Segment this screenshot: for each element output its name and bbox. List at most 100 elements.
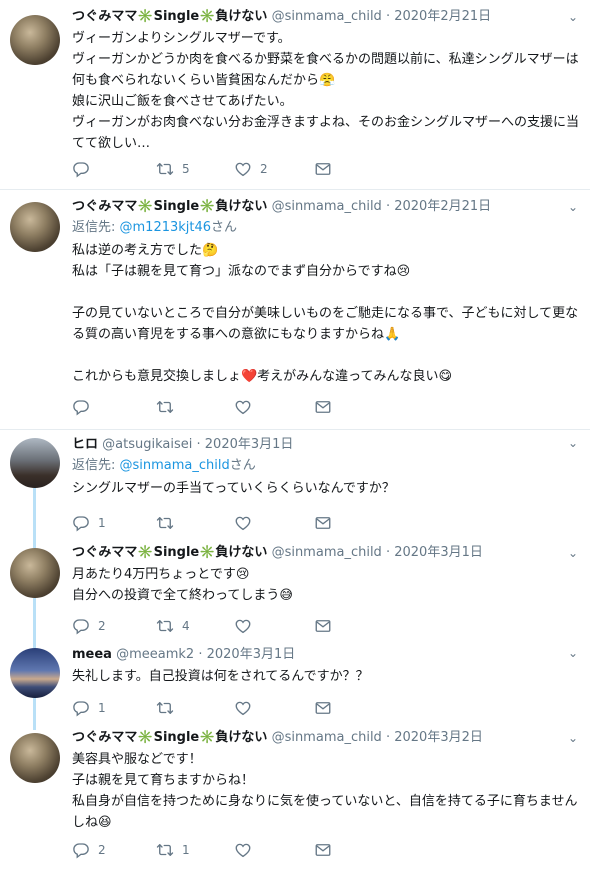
- heart-icon: [234, 699, 252, 717]
- avatar[interactable]: [10, 548, 60, 598]
- tweet-3[interactable]: ⌄ ヒロ @atsugikaisei · 2020年3月1日 返信先: @sin…: [0, 430, 590, 540]
- tweet-4[interactable]: ⌄ つぐみママ✳️Single✳️負けない @sinmama_child · 2…: [0, 540, 590, 640]
- reply-count: 2: [98, 619, 106, 633]
- like-button[interactable]: [234, 514, 260, 532]
- envelope-icon: [314, 398, 332, 416]
- display-name[interactable]: つぐみママ✳️Single✳️負けない: [72, 9, 267, 24]
- display-name[interactable]: meea: [72, 647, 112, 662]
- separator-dot: ·: [198, 647, 203, 662]
- envelope-icon: [314, 841, 332, 859]
- tweet-date[interactable]: 2020年3月1日: [394, 545, 483, 560]
- dm-button[interactable]: [314, 617, 332, 635]
- retweet-button[interactable]: [156, 699, 182, 717]
- tweet-date[interactable]: 2020年2月21日: [394, 199, 491, 214]
- reply-icon: [72, 398, 90, 416]
- envelope-icon: [314, 514, 332, 532]
- dm-button[interactable]: [314, 160, 332, 178]
- tweet-header: つぐみママ✳️Single✳️負けない @sinmama_child · 202…: [72, 8, 580, 26]
- separator-dot: ·: [196, 437, 201, 452]
- retweet-button[interactable]: 1: [156, 841, 190, 859]
- retweet-icon: [156, 398, 174, 416]
- retweet-button[interactable]: 4: [156, 617, 190, 635]
- like-button[interactable]: 2: [234, 160, 268, 178]
- user-handle[interactable]: @meeamk2: [116, 647, 194, 662]
- avatar[interactable]: [10, 202, 60, 252]
- tweet-text: ヴィーガンよりシングルマザーです。 ヴィーガンかどうか肉を食べるか野菜を食べるか…: [72, 31, 580, 151]
- display-name[interactable]: ヒロ: [72, 437, 98, 452]
- reply-to-link[interactable]: @sinmama_child: [120, 458, 230, 473]
- reply-to-prefix: 返信先:: [72, 458, 120, 473]
- tweet-6[interactable]: ⌄ つぐみママ✳️Single✳️負けない @sinmama_child · 2…: [0, 725, 590, 870]
- like-button[interactable]: [234, 398, 260, 416]
- tweet-2[interactable]: ⌄ つぐみママ✳️Single✳️負けない @sinmama_child · 2…: [0, 190, 590, 430]
- reply-button[interactable]: [72, 160, 98, 178]
- retweet-count: 5: [182, 162, 190, 176]
- display-name[interactable]: つぐみママ✳️Single✳️負けない: [72, 199, 267, 214]
- separator-dot: ·: [385, 545, 391, 560]
- reply-button[interactable]: [72, 398, 98, 416]
- user-handle[interactable]: @sinmama_child: [272, 9, 382, 24]
- tweet-date[interactable]: 2020年2月21日: [394, 9, 491, 24]
- reply-button[interactable]: 2: [72, 841, 106, 859]
- tweet-5[interactable]: ⌄ meea @meeamk2 · 2020年3月1日 失礼します。自己投資は何…: [0, 640, 590, 725]
- like-button[interactable]: [234, 841, 260, 859]
- display-name[interactable]: つぐみママ✳️Single✳️負けない: [72, 730, 267, 745]
- separator-dot: ·: [385, 730, 391, 745]
- reply-icon: [72, 699, 90, 717]
- heart-icon: [234, 160, 252, 178]
- dm-button[interactable]: [314, 398, 332, 416]
- retweet-button[interactable]: 5: [156, 160, 190, 178]
- user-handle[interactable]: @sinmama_child: [272, 730, 382, 745]
- envelope-icon: [314, 699, 332, 717]
- reply-to-prefix: 返信先:: [72, 220, 120, 235]
- reply-to-line: 返信先: @m1213kjt46さん: [72, 218, 580, 238]
- reply-count: 2: [98, 843, 106, 857]
- user-handle[interactable]: @atsugikaisei: [102, 437, 192, 452]
- retweet-icon: [156, 699, 174, 717]
- reply-button[interactable]: 2: [72, 617, 106, 635]
- reply-to-suffix: さん: [211, 220, 238, 235]
- like-button[interactable]: [234, 617, 260, 635]
- avatar[interactable]: [10, 438, 60, 488]
- retweet-icon: [156, 841, 174, 859]
- tweet-1[interactable]: ⌄ つぐみママ✳️Single✳️負けない @sinmama_child · 2…: [0, 0, 590, 190]
- reply-button[interactable]: 1: [72, 699, 106, 717]
- like-button[interactable]: [234, 699, 260, 717]
- tweet-text: 月あたり4万円ちょっとです😢 自分への投資で全て終わってしまう😅: [72, 567, 293, 603]
- avatar[interactable]: [10, 648, 60, 698]
- tweet-header: つぐみママ✳️Single✳️負けない @sinmama_child · 202…: [72, 544, 580, 562]
- reply-icon: [72, 617, 90, 635]
- reply-button[interactable]: 1: [72, 514, 106, 532]
- tweet-text: シングルマザーの手当てっていくらくらいなんですか？: [72, 481, 395, 496]
- dm-button[interactable]: [314, 699, 332, 717]
- tweet-text: 失礼します。自己投資は何をされてるんですか？？: [72, 669, 369, 684]
- reply-icon: [72, 841, 90, 859]
- envelope-icon: [314, 160, 332, 178]
- heart-icon: [234, 617, 252, 635]
- reply-count: 1: [98, 516, 106, 530]
- avatar[interactable]: [10, 15, 60, 65]
- tweet-text: 私は逆の考え方でした🤔 私は「子は親を見て育つ」派なのでまず自分からですね😢 子…: [72, 243, 579, 384]
- envelope-icon: [314, 617, 332, 635]
- dm-button[interactable]: [314, 514, 332, 532]
- tweet-header: ヒロ @atsugikaisei · 2020年3月1日: [72, 436, 580, 454]
- retweet-icon: [156, 617, 174, 635]
- tweet-header: meea @meeamk2 · 2020年3月1日: [72, 646, 580, 664]
- heart-icon: [234, 514, 252, 532]
- tweet-date[interactable]: 2020年3月1日: [207, 647, 296, 662]
- display-name[interactable]: つぐみママ✳️Single✳️負けない: [72, 545, 267, 560]
- reply-to-link[interactable]: @m1213kjt46: [120, 220, 212, 235]
- like-count: 2: [260, 162, 268, 176]
- retweet-button[interactable]: [156, 398, 182, 416]
- reply-to-suffix: さん: [229, 458, 256, 473]
- separator-dot: ·: [385, 9, 391, 24]
- retweet-button[interactable]: [156, 514, 182, 532]
- user-handle[interactable]: @sinmama_child: [272, 199, 382, 214]
- user-handle[interactable]: @sinmama_child: [272, 545, 382, 560]
- tweet-text: 美容具や服などです！ 子は親を見て育ちますからね！ 私自身が自信を持つために身な…: [72, 752, 578, 830]
- tweet-date[interactable]: 2020年3月2日: [394, 730, 483, 745]
- dm-button[interactable]: [314, 841, 332, 859]
- avatar[interactable]: [10, 733, 60, 783]
- retweet-icon: [156, 160, 174, 178]
- tweet-date[interactable]: 2020年3月1日: [205, 437, 294, 452]
